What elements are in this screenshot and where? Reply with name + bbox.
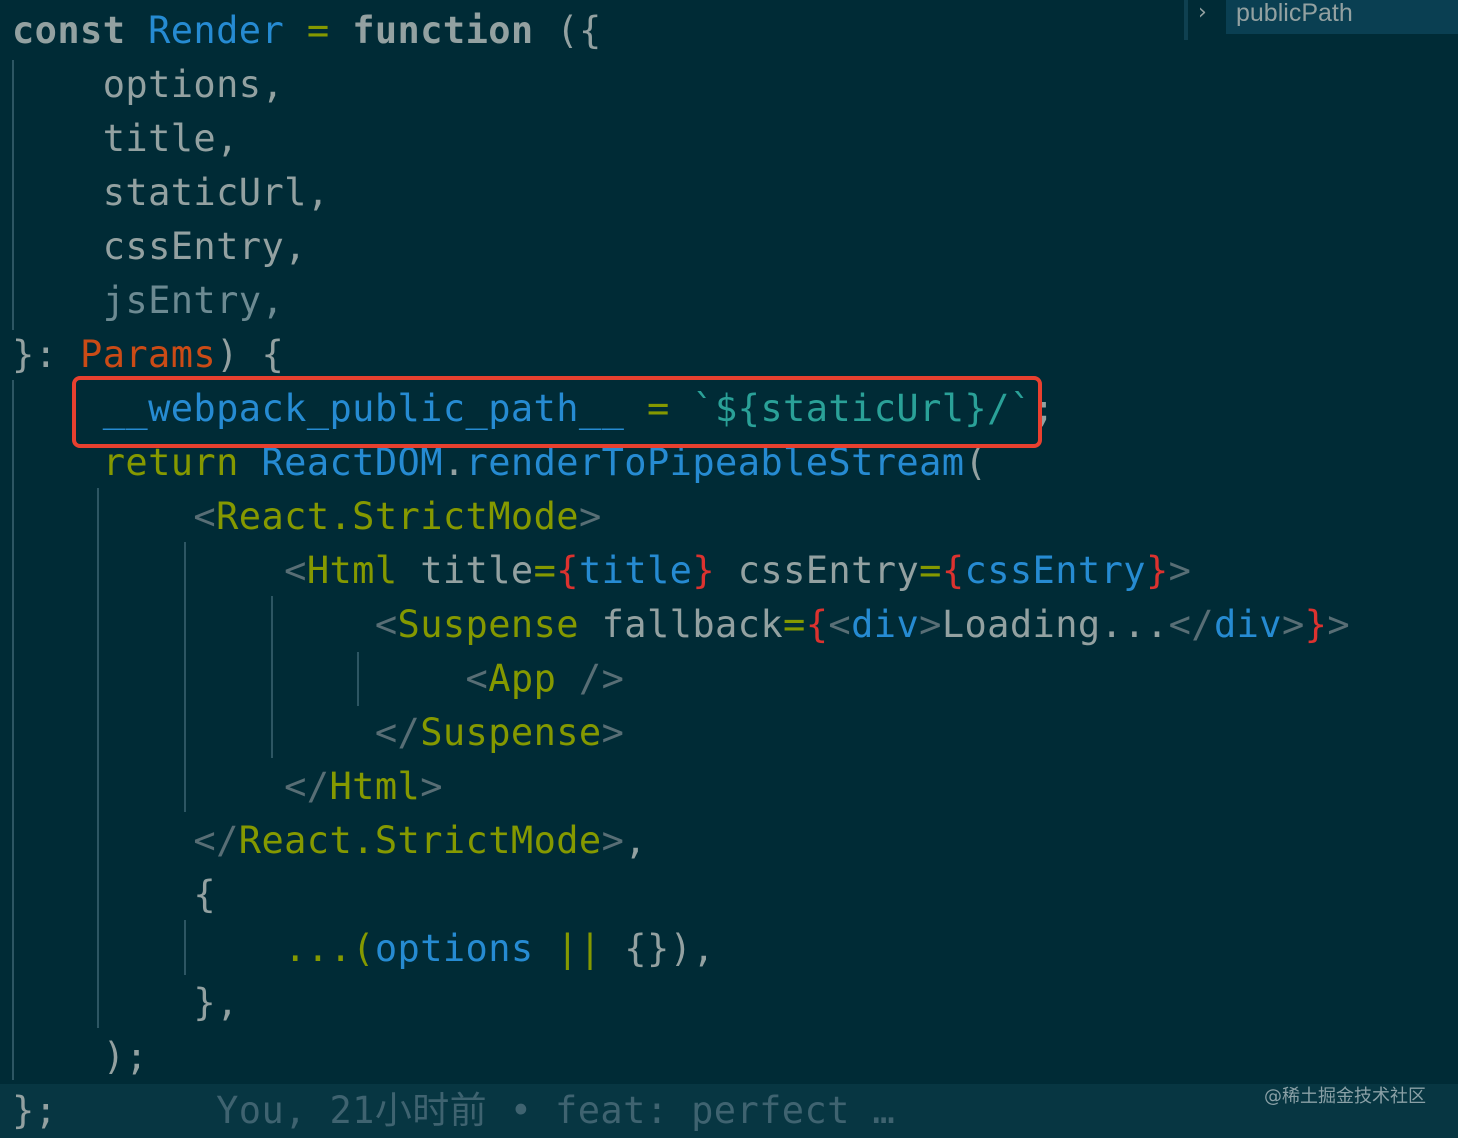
tag-bracket: > [1168,549,1192,592]
tag-bracket: </ [193,819,239,862]
tag-bracket: > [578,495,602,538]
jsx-brace: } [1145,549,1169,592]
jsx-attr: fallback [578,603,784,646]
tag-bracket: </ [284,765,330,808]
code-line: <Suspense fallback={<div>Loading...</div… [12,598,1350,652]
code-editor[interactable]: const Render = function ({ options, titl… [0,0,1458,1138]
git-blame-annotation[interactable]: You, 21小时前 • feat: perfect … [216,1089,895,1132]
type-params: Params [80,333,217,376]
punctuation: ); [102,1035,149,1078]
breadcrumb: › publicPath [1184,0,1458,40]
code-line: ); [12,1030,148,1084]
operator: = [783,603,806,646]
code-line: }, [12,976,239,1030]
breadcrumb-separator [1184,0,1188,40]
html-tag: div [851,603,920,646]
identifier-options: options [374,927,534,970]
tag-bracket: > [1281,603,1305,646]
chevron-right-icon: › [1198,0,1207,25]
operator: = [306,9,330,52]
jsx-brace: { [941,549,965,592]
jsx-tag: Suspense [420,711,602,754]
code-line: staticUrl, [12,166,329,220]
code-line: </React.StrictMode>, [12,814,647,868]
punctuation: ) { [216,333,285,376]
code-line: ...(options || {}), [12,922,715,976]
jsx-tag: Html [329,765,421,808]
tag-bracket: < [465,657,489,700]
punctuation: { [193,873,217,916]
code-line: </Suspense> [12,706,624,760]
param-title: title, [102,117,239,160]
param-staticurl: staticUrl, [102,171,330,214]
tag-bracket: /> [556,657,625,700]
code-line: title, [12,112,239,166]
keyword-function: function [352,9,534,52]
jsx-tag: Html [306,549,398,592]
tag-bracket: > [420,765,443,808]
code-line: const Render = function ({ [12,4,602,58]
punctuation: }, [193,981,239,1024]
code-line: }: Params) { [12,328,284,382]
jsx-tag: React.StrictMode [216,495,579,538]
tag-bracket: < [284,549,307,592]
jsx-tag: React.StrictMode [238,819,602,862]
jsx-brace: } [692,549,716,592]
code-line: { [12,868,216,922]
annotation-highlight-box [72,376,1042,448]
jsx-attr: title [397,549,534,592]
watermark: @稀土掘金技术社区 [1264,1086,1426,1107]
jsx-brace: { [556,549,579,592]
param-options: options, [102,63,285,106]
tag-bracket: > [919,603,942,646]
tag-bracket: < [374,603,398,646]
keyword-const: const [12,9,126,52]
tag-bracket: </ [1168,603,1214,646]
punctuation: }: [12,333,81,376]
identifier-render: Render [148,9,285,52]
code-line: cssEntry, [12,220,307,274]
tag-bracket: > [1327,603,1351,646]
code-line: jsEntry, [12,274,284,328]
code-line: </Html> [12,760,443,814]
jsx-brace: } [1304,603,1328,646]
jsx-attr: cssEntry [715,549,920,592]
tag-bracket: < [828,603,852,646]
jsx-tag: Suspense [397,603,579,646]
punctuation: ({ [533,9,602,52]
tag-bracket: </ [374,711,421,754]
jsx-text: Loading... [941,603,1169,646]
operator-or: || [533,927,602,970]
tag-bracket: > [601,711,625,754]
punctuation: , [624,819,647,862]
punctuation: }; [12,1089,58,1132]
operator: = [533,549,557,592]
operator: = [919,549,942,592]
tag-bracket: > [601,819,625,862]
html-tag: div [1213,603,1282,646]
param-cssentry: cssEntry, [102,225,307,268]
jsx-value: cssEntry [964,549,1146,592]
jsx-brace: { [805,603,829,646]
code-line-current: }; You, 21小时前 • feat: perfect … [12,1084,895,1138]
spread-operator: ...( [284,927,375,970]
code-line: <App /> [12,652,624,706]
tag-bracket: < [193,495,217,538]
breadcrumb-item-publicpath[interactable]: publicPath [1226,0,1458,34]
jsx-value: title [578,549,693,592]
punctuation: {}), [601,927,715,970]
jsx-tag: App [488,657,557,700]
code-line: options, [12,58,284,112]
code-line: <React.StrictMode> [12,490,602,544]
code-line: <Html title={title} cssEntry={cssEntry}> [12,544,1191,598]
param-jsentry: jsEntry, [102,279,285,322]
